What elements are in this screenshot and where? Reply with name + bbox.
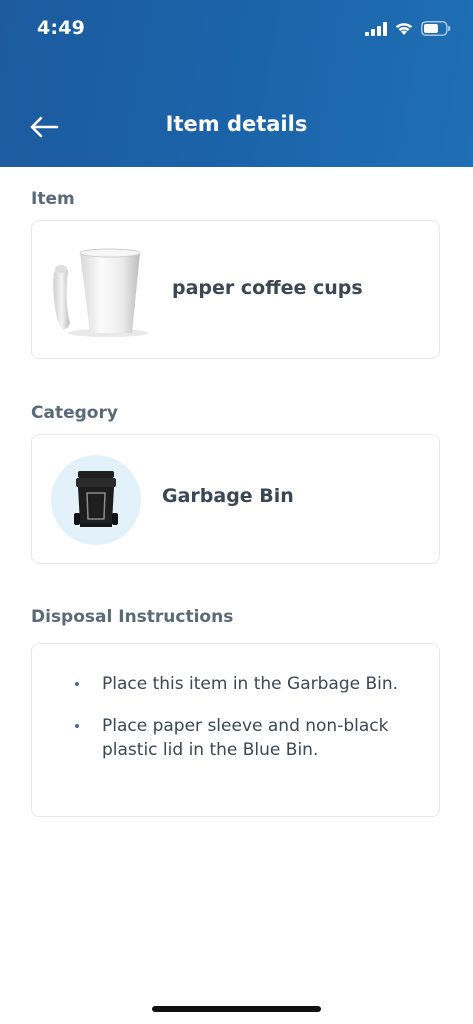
- instructions-section-label: Disposal Instructions: [31, 607, 234, 627]
- category-icon-circle: [51, 455, 141, 545]
- cellular-signal-icon: [365, 21, 387, 40]
- bullet-icon: [75, 724, 79, 728]
- garbage-bin-icon: [74, 471, 118, 527]
- item-details-screen: 4:49 Item details Item paper coffee cups…: [0, 0, 473, 1024]
- category-section-label: Category: [31, 403, 118, 423]
- item-card: paper coffee cups: [31, 220, 440, 359]
- header-bar: 4:49 Item details: [0, 0, 473, 167]
- wifi-icon: [394, 21, 414, 40]
- instruction-item: Place this item in the Garbage Bin.: [32, 672, 441, 696]
- paper-coffee-cup-image: [50, 243, 150, 339]
- instruction-text: Place this item in the Garbage Bin.: [102, 674, 399, 694]
- instruction-text: Place paper sleeve and non-black plastic…: [102, 716, 389, 760]
- category-name: Garbage Bin: [162, 485, 294, 507]
- instruction-item: Place paper sleeve and non-black plastic…: [32, 714, 441, 762]
- item-section-label: Item: [31, 189, 75, 209]
- item-name: paper coffee cups: [172, 277, 363, 299]
- category-card[interactable]: Garbage Bin: [31, 434, 440, 564]
- bullet-icon: [75, 682, 79, 686]
- battery-icon: [421, 20, 451, 40]
- instructions-list: Place this item in the Garbage Bin. Plac…: [32, 672, 441, 780]
- status-icons: [365, 20, 451, 40]
- status-time: 4:49: [37, 17, 86, 39]
- home-indicator[interactable]: [152, 1006, 321, 1012]
- page-title: Item details: [165, 112, 308, 136]
- instructions-card: Place this item in the Garbage Bin. Plac…: [31, 643, 440, 817]
